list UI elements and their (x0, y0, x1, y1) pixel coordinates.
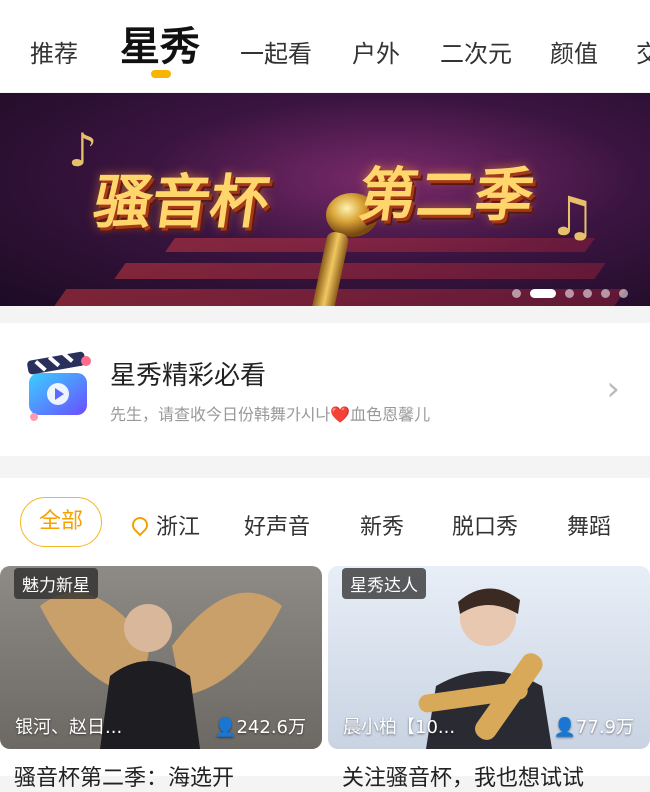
viewer-count: 👤242.6万 (214, 713, 306, 739)
filter-talk-show[interactable]: 脱口秀 (452, 509, 518, 541)
filter-good-voice[interactable]: 好声音 (244, 509, 310, 541)
viewer-count-value: 77.9万 (575, 717, 634, 738)
user-icon: 👤 (214, 717, 237, 738)
category-tabs: 推荐 星秀 一起看 户外 二次元 颜值 交 (0, 0, 650, 92)
highlight-card[interactable]: 星秀精彩必看 先生，请查收今日份韩舞가시나❤️血色恩馨儿 › (0, 323, 650, 456)
carousel-dot[interactable] (601, 289, 610, 298)
highlight-title: 星秀精彩必看 (110, 361, 267, 391)
stream-caption: 骚音杯第二季：海选开 (14, 766, 235, 791)
filter-location-label: 浙江 (156, 515, 201, 540)
tab-more[interactable]: 交 (636, 34, 650, 69)
viewer-count-value: 242.6万 (236, 717, 306, 738)
stream-card[interactable]: 星秀达人 晨小柏【10... 👤77.9万 (328, 566, 650, 749)
tab-recommend[interactable]: 推荐 (30, 34, 78, 69)
tab-anime[interactable]: 二次元 (440, 34, 512, 69)
stream-card[interactable]: 魅力新星 银河、赵日... 👤242.6万 (0, 566, 322, 749)
viewer-count: 👤77.9万 (554, 713, 635, 739)
carousel-dot[interactable] (512, 289, 521, 298)
filter-location[interactable]: 浙江 (128, 509, 201, 541)
clapperboard-icon (27, 351, 91, 421)
tab-outdoor[interactable]: 户外 (352, 34, 400, 69)
carousel-indicator (512, 289, 628, 298)
tab-looks[interactable]: 颜值 (550, 34, 598, 69)
stream-tag: 魅力新星 (14, 568, 98, 599)
streamer-name: 晨小柏【10... (343, 717, 456, 738)
carousel-dot-active[interactable] (530, 289, 556, 298)
stream-tag: 星秀达人 (342, 568, 426, 599)
carousel-dot[interactable] (619, 289, 628, 298)
streamer-name: 银河、赵日... (15, 717, 123, 738)
carousel-dot[interactable] (583, 289, 592, 298)
location-pin-icon (128, 513, 152, 537)
active-tab-indicator (151, 70, 171, 78)
highlight-subtitle: 先生，请查收今日份韩舞가시나❤️血色恩馨儿 (110, 405, 431, 424)
carousel-dot[interactable] (565, 289, 574, 298)
promo-banner[interactable]: ♪ ♫ 骚音杯 第二季 (0, 93, 650, 306)
banner-title-left: 骚音杯 (89, 168, 274, 236)
stream-grid: 魅力新星 银河、赵日... 👤242.6万 星秀达人 晨小柏【10... 👤77… (0, 564, 650, 791)
music-note-icon: ♫ (548, 185, 597, 248)
user-icon: 👤 (553, 717, 576, 738)
filter-newcomer[interactable]: 新秀 (360, 509, 404, 541)
music-note-icon: ♪ (68, 123, 98, 177)
tab-star-show[interactable]: 星秀 (120, 14, 200, 72)
tab-watch-together[interactable]: 一起看 (240, 34, 312, 69)
filter-chips: 全部 浙江 好声音 新秀 脱口秀 舞蹈 (0, 478, 650, 564)
chevron-right-icon[interactable]: › (606, 369, 620, 409)
filter-all[interactable]: 全部 (20, 497, 102, 547)
stream-caption: 关注骚音杯，我也想试试 (342, 766, 585, 791)
banner-stripe (165, 238, 595, 252)
filter-dance[interactable]: 舞蹈 (567, 509, 611, 541)
banner-title-right: 第二季 (354, 161, 539, 229)
